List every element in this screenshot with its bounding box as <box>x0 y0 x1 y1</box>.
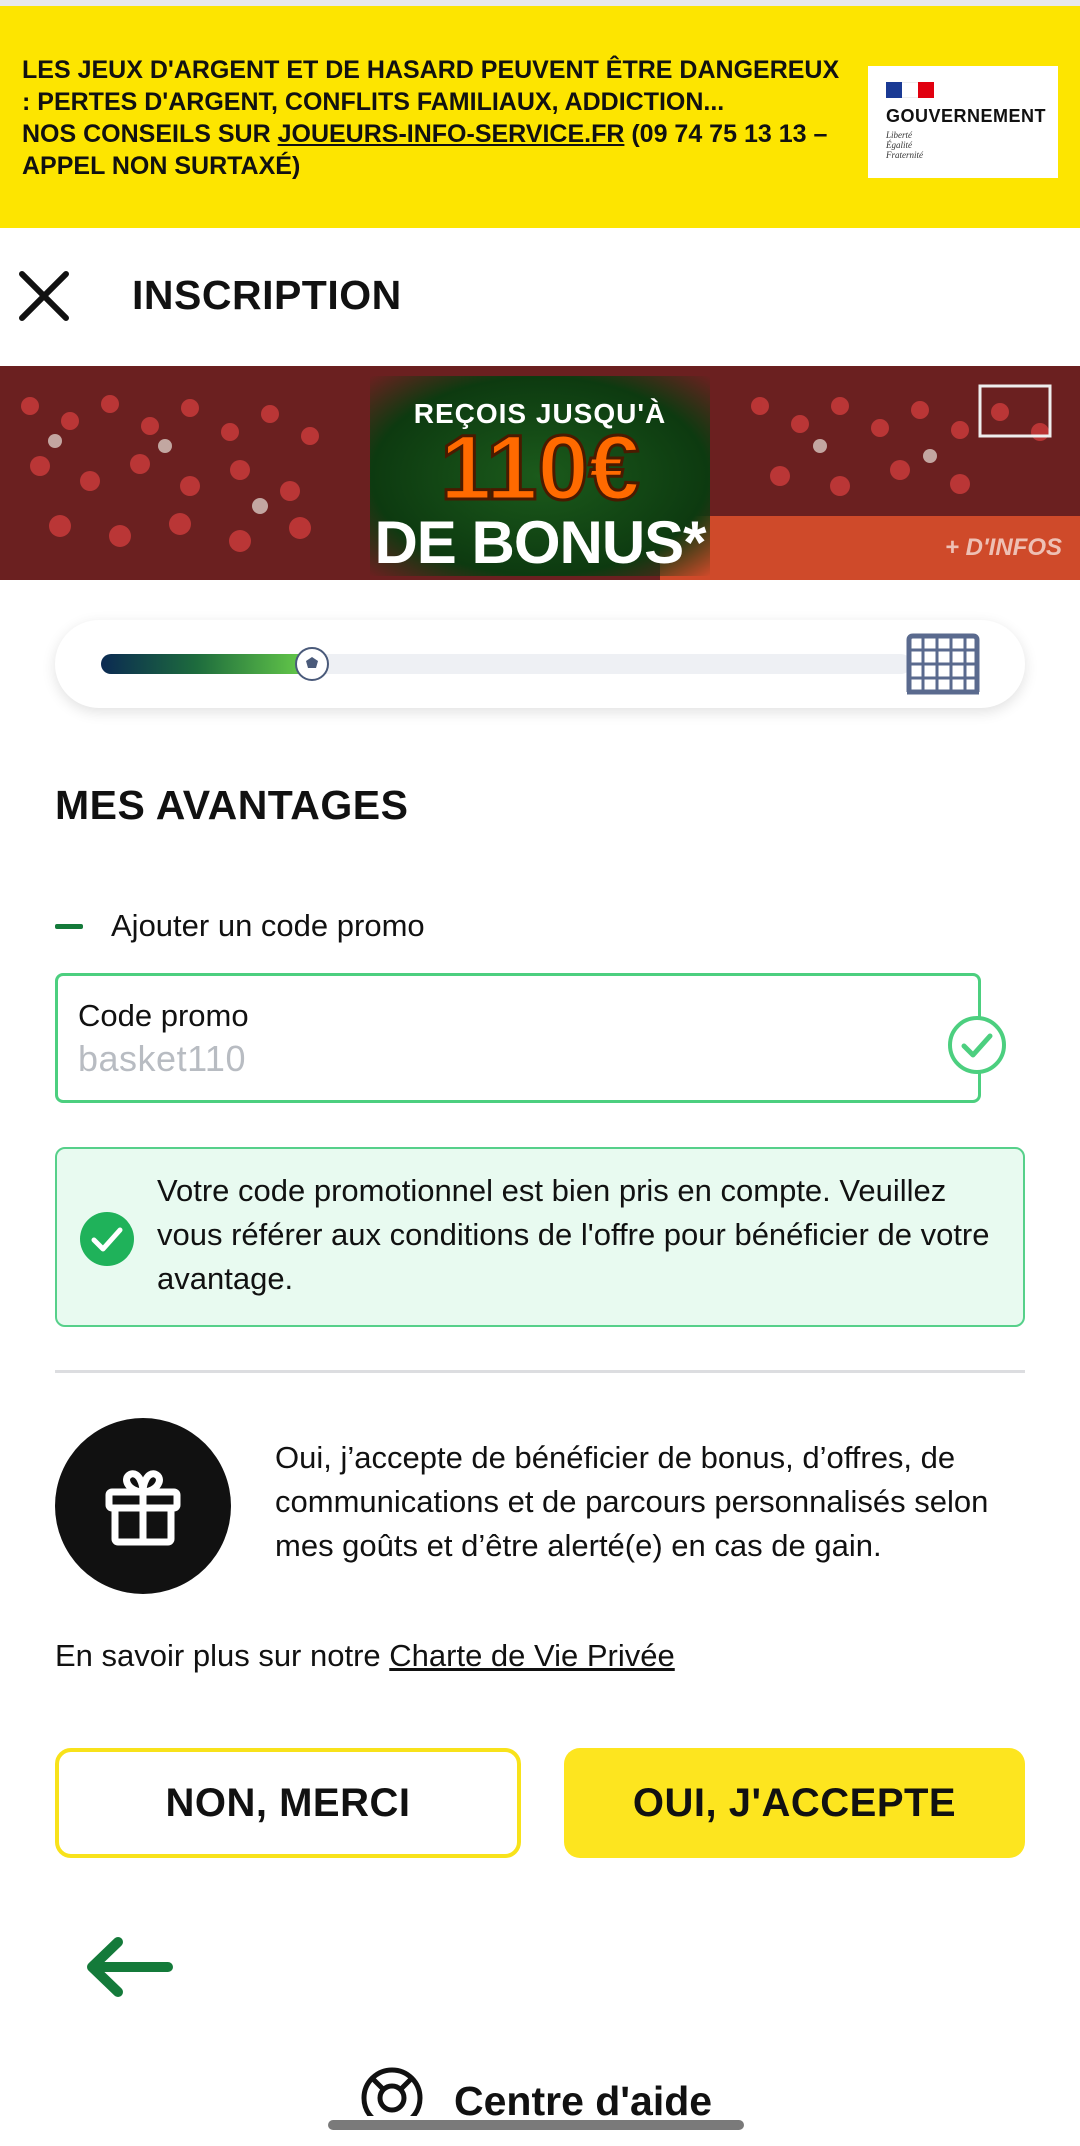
check-circle-icon <box>80 1212 134 1266</box>
page-title: INSCRIPTION <box>132 272 402 318</box>
bonus-bottom-text: DE BONUS* <box>374 509 706 576</box>
gov-motto-1: Liberté <box>886 130 912 140</box>
banner-more-info[interactable]: + D'INFOS <box>945 534 1062 562</box>
divider <box>55 1370 1025 1373</box>
close-icon[interactable] <box>16 268 72 324</box>
valid-check-icon <box>948 1016 1006 1074</box>
gov-motto-3: Fraternité <box>886 150 923 160</box>
arrow-left-icon[interactable] <box>84 1934 174 2000</box>
warning-line-2-prefix: NOS CONSEILS SUR <box>22 120 278 148</box>
warning-line-1: LES JEUX D'ARGENT ET DE HASARD PEUVENT Ê… <box>22 56 840 116</box>
home-indicator[interactable] <box>328 2120 744 2130</box>
promo-code-toggle[interactable]: Ajouter un code promo <box>55 906 425 946</box>
success-text: Votre code promotionnel est bien pris en… <box>157 1173 990 1296</box>
promo-code-label: Code promo <box>78 998 249 1033</box>
bonus-amount: 110€ <box>439 417 642 520</box>
progress-track <box>101 647 911 681</box>
progress-fill <box>101 654 312 674</box>
gift-icon <box>105 1470 181 1546</box>
promo-banner[interactable]: REÇOIS JUSQU'À 110€ DE BONUS* + D'INFOS <box>0 366 1080 580</box>
header: INSCRIPTION <box>0 228 1080 366</box>
joueurs-info-service-link[interactable]: JOUEURS-INFO-SERVICE.FR <box>278 120 625 148</box>
decline-button[interactable]: NON, MERCI <box>55 1748 521 1858</box>
consent-text: Oui, j’accepte de bénéficier de bonus, d… <box>275 1440 989 1563</box>
privacy-line: En savoir plus sur notre Charte de Vie P… <box>55 1638 675 1674</box>
french-flag-icon <box>886 82 934 98</box>
bonus-badge: REÇOIS JUSQU'À 110€ DE BONUS* <box>370 376 710 576</box>
promo-success-message: Votre code promotionnel est bien pris en… <box>55 1147 1025 1327</box>
privacy-policy-link[interactable]: Charte de Vie Privée <box>389 1638 674 1673</box>
lifebuoy-icon <box>361 2067 423 2116</box>
gov-motto-2: Égalité <box>886 140 912 150</box>
minus-icon <box>55 923 83 929</box>
gambling-warning-banner: LES JEUX D'ARGENT ET DE HASARD PEUVENT Ê… <box>0 0 1080 228</box>
gov-title: GOUVERNEMENT <box>886 106 1047 126</box>
promo-toggle-label: Ajouter un code promo <box>111 908 425 943</box>
goal-net-icon <box>906 633 980 695</box>
soccer-ball-icon <box>295 647 329 681</box>
promo-code-input[interactable]: basket110 <box>78 1038 246 1080</box>
signup-progress <box>55 620 1025 708</box>
section-title: MES AVANTAGES <box>55 782 409 828</box>
accept-button[interactable]: OUI, J'ACCEPTE <box>564 1748 1025 1858</box>
promo-code-field[interactable]: Code promo basket110 <box>55 973 981 1103</box>
government-logo: GOUVERNEMENT Liberté Égalité Fraternité <box>868 66 1058 178</box>
gift-avatar <box>55 1418 231 1594</box>
privacy-prefix: En savoir plus sur notre <box>55 1638 390 1673</box>
warning-text: LES JEUX D'ARGENT ET DE HASARD PEUVENT Ê… <box>22 54 842 182</box>
gov-motto: Liberté Égalité Fraternité <box>886 130 923 160</box>
help-center-label: Centre d'aide <box>454 2078 713 2116</box>
help-center-link[interactable]: Centre d'aide <box>360 2066 712 2116</box>
